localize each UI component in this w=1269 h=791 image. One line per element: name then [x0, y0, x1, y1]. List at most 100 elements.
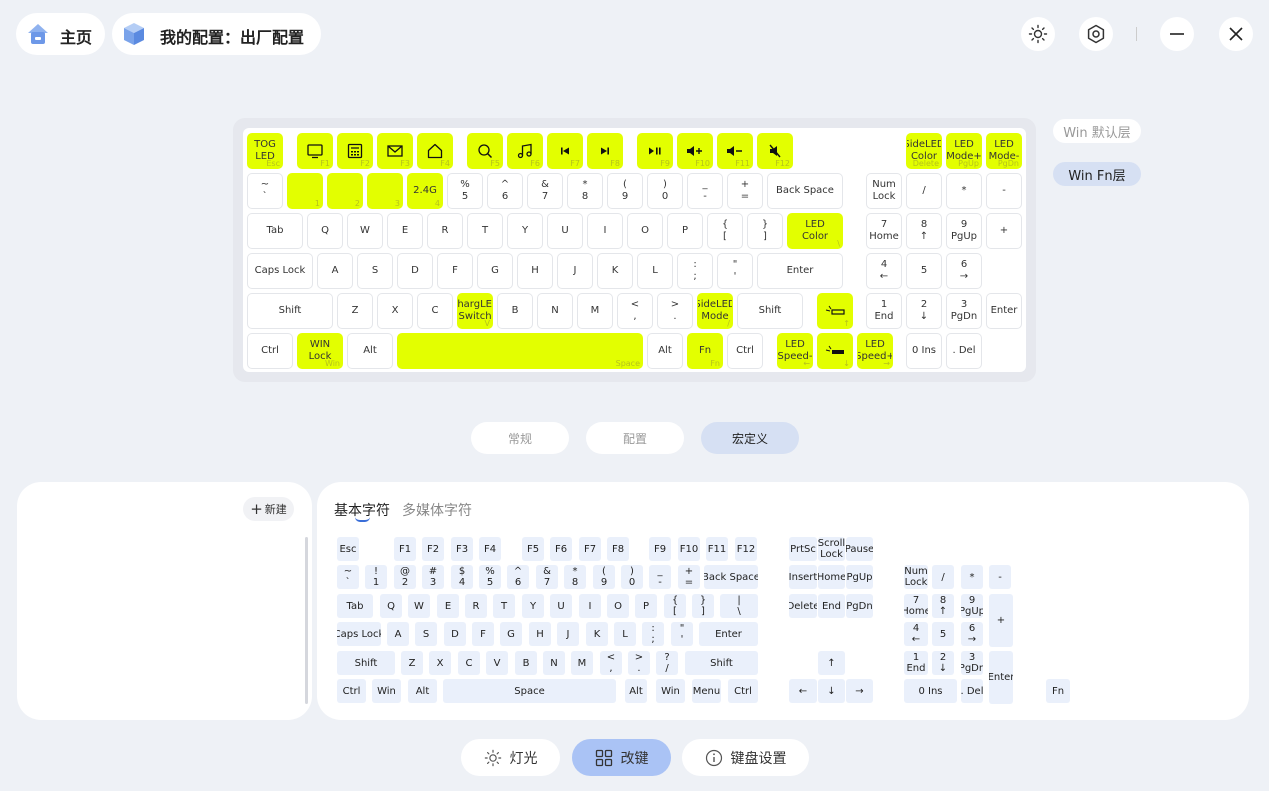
key-alt[interactable]: Alt	[647, 333, 683, 369]
home-button[interactable]: 主页	[16, 13, 105, 55]
picker-key-4[interactable]: 4 ←	[904, 622, 928, 646]
key-led-speed[interactable]: LED Speed+ →	[857, 333, 893, 369]
key-6[interactable]: ^ 6	[487, 173, 523, 209]
picker-key-f11[interactable]: F11	[706, 537, 728, 561]
key-[interactable]: _ -	[687, 173, 723, 209]
picker-key-z[interactable]: Z	[401, 651, 423, 675]
picker-key-symbol[interactable]: ↑	[818, 651, 845, 675]
key-t[interactable]: T	[467, 213, 503, 249]
key-[interactable]: ~ `	[247, 173, 283, 209]
key-brightness-up[interactable]: ↑	[817, 293, 853, 329]
picker-key-insert[interactable]: Insert	[789, 565, 817, 589]
key-[interactable]: " '	[717, 253, 753, 289]
new-macro-button[interactable]: + 新建	[243, 497, 294, 521]
key-mute[interactable]: F12	[757, 133, 793, 169]
picker-key-8[interactable]: * 8	[564, 565, 586, 589]
picker-key-back-space[interactable]: Back Space	[704, 565, 758, 589]
picker-key-symbol[interactable]: " '	[671, 622, 693, 646]
picker-key-alt[interactable]: Alt	[625, 679, 647, 703]
picker-key-num-lock[interactable]: Num Lock	[904, 565, 928, 589]
picker-key-1[interactable]: ! 1	[365, 565, 387, 589]
key-ctrl[interactable]: Ctrl	[727, 333, 763, 369]
picker-key-symbol[interactable]: >.	[628, 651, 650, 675]
picker-key-symbol[interactable]: + =	[678, 565, 700, 589]
picker-key-l[interactable]: L	[614, 622, 636, 646]
key-monitor[interactable]: F1	[297, 133, 333, 169]
key-k[interactable]: K	[597, 253, 633, 289]
key-fn[interactable]: Fn Fn	[687, 333, 723, 369]
key-o[interactable]: O	[627, 213, 663, 249]
picker-key-symbol[interactable]: _ -	[649, 565, 671, 589]
picker-key-o[interactable]: O	[607, 594, 629, 618]
key-d[interactable]: D	[397, 253, 433, 289]
key-f[interactable]: F	[437, 253, 473, 289]
picker-key-6[interactable]: ^ 6	[507, 565, 529, 589]
picker-key-i[interactable]: I	[579, 594, 601, 618]
tab-media-chars[interactable]: 多媒体字符	[402, 500, 472, 520]
key-9[interactable]: (9	[607, 173, 643, 209]
macro-list-scrollbar[interactable]	[305, 537, 308, 704]
key-led-speed[interactable]: LED Speed- ←	[777, 333, 813, 369]
nav-lighting[interactable]: 灯光	[461, 739, 560, 776]
picker-key-c[interactable]: C	[458, 651, 480, 675]
key-2-4g[interactable]: 2.4G 4	[407, 173, 443, 209]
key-g[interactable]: G	[477, 253, 513, 289]
picker-key-esc[interactable]: Esc	[337, 537, 359, 561]
picker-key-symbol[interactable]: }]	[692, 594, 714, 618]
picker-key-a[interactable]: A	[387, 622, 409, 646]
picker-key-caps-lock[interactable]: Caps Lock	[337, 622, 381, 646]
picker-key-symbol[interactable]: +	[989, 594, 1013, 647]
key-play-pause[interactable]: F9	[637, 133, 673, 169]
picker-key-k[interactable]: K	[586, 622, 608, 646]
picker-key-delete[interactable]: Delete	[789, 594, 817, 618]
picker-key-9-pgup[interactable]: 9 PgUp	[961, 594, 983, 618]
picker-key-symbol[interactable]: :;	[642, 622, 664, 646]
key-mail[interactable]: F3	[377, 133, 413, 169]
minimize-button[interactable]	[1160, 17, 1194, 51]
picker-key-f4[interactable]: F4	[479, 537, 501, 561]
key-7-home[interactable]: 7 Home	[866, 213, 902, 249]
key-music[interactable]: F6	[507, 133, 543, 169]
layer-default-button[interactable]: Win 默认层	[1053, 119, 1141, 143]
key-num-lock[interactable]: Num Lock	[866, 173, 902, 209]
picker-key-win[interactable]: Win	[372, 679, 401, 703]
key-search[interactable]: F5	[467, 133, 503, 169]
key-brightness-down[interactable]: ↓	[817, 333, 853, 369]
picker-key-tab[interactable]: Tab	[337, 594, 373, 618]
key-blank-2[interactable]: 2	[327, 173, 363, 209]
picker-key-e[interactable]: E	[437, 594, 459, 618]
picker-key-p[interactable]: P	[635, 594, 657, 618]
key-[interactable]: <,	[617, 293, 653, 329]
picker-key-f[interactable]: F	[472, 622, 494, 646]
key-j[interactable]: J	[557, 253, 593, 289]
picker-key-3[interactable]: #3	[422, 565, 444, 589]
key-p[interactable]: P	[667, 213, 703, 249]
picker-key-symbol[interactable]: | \	[720, 594, 758, 618]
key-next-track[interactable]: F8	[587, 133, 623, 169]
picker-key-alt[interactable]: Alt	[408, 679, 437, 703]
picker-key-s[interactable]: S	[415, 622, 437, 646]
key-6[interactable]: 6 →	[946, 253, 982, 289]
picker-key-5[interactable]: 5	[932, 622, 954, 646]
picker-key-pause[interactable]: Pause	[846, 537, 873, 561]
picker-key-u[interactable]: U	[550, 594, 572, 618]
picker-key-win[interactable]: Win	[656, 679, 685, 703]
picker-key-m[interactable]: M	[571, 651, 593, 675]
picker-key-symbol[interactable]: →	[846, 679, 873, 703]
picker-key-2[interactable]: 2 ↓	[932, 651, 954, 675]
key-led-mode[interactable]: LED Mode+ PgUp	[946, 133, 982, 169]
picker-key-symbol[interactable]: <,	[600, 651, 622, 675]
key-y[interactable]: Y	[507, 213, 543, 249]
key-tab[interactable]: Tab	[247, 213, 303, 249]
key-l[interactable]: L	[637, 253, 673, 289]
picker-key-0[interactable]: ) 0	[621, 565, 643, 589]
key-5[interactable]: 5	[906, 253, 942, 289]
key-sideled-mode[interactable]: SideLEDMode/	[697, 293, 733, 329]
picker-key-f9[interactable]: F9	[649, 537, 671, 561]
key-b[interactable]: B	[497, 293, 533, 329]
picker-key-scroll-lock[interactable]: Scroll Lock	[818, 537, 845, 561]
picker-key-enter[interactable]: Enter	[989, 651, 1013, 704]
picker-key-d[interactable]: D	[444, 622, 466, 646]
key-[interactable]: + =	[727, 173, 763, 209]
key-blank-Space[interactable]: Space	[397, 333, 643, 369]
